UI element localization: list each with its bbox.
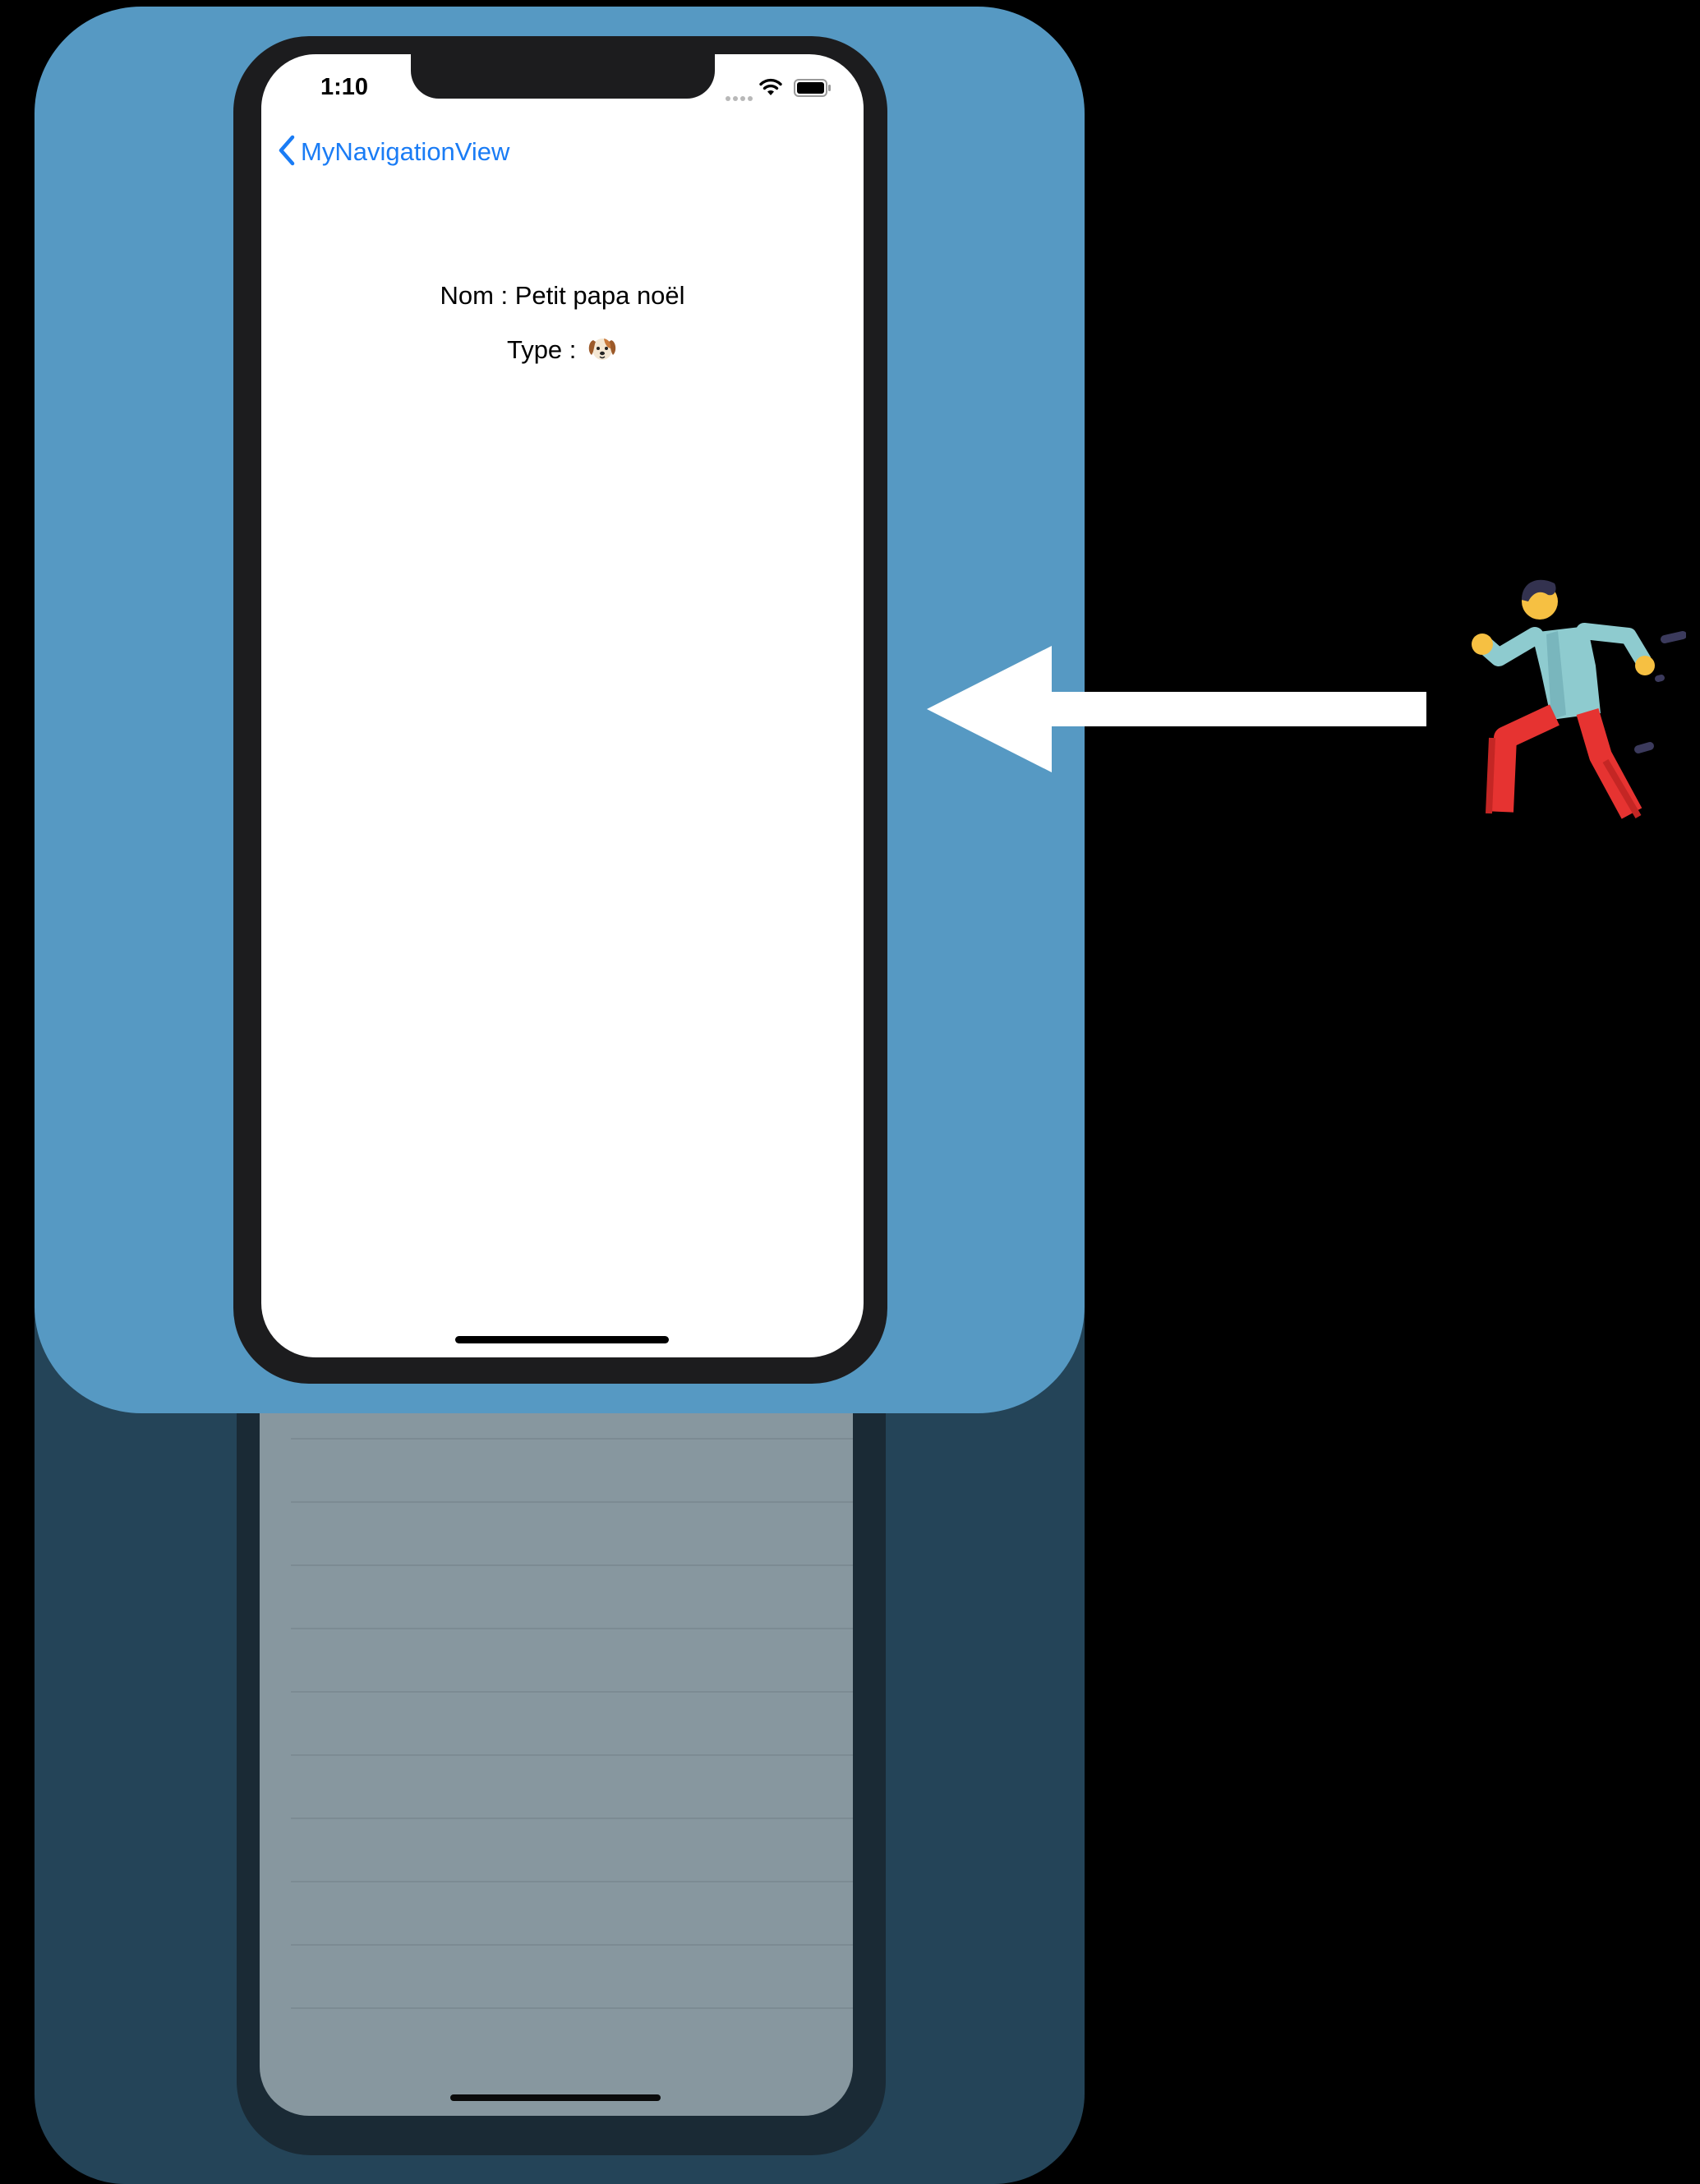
- type-row: Type :: [261, 334, 864, 370]
- phone-screen: 1:10 MyNavigationView Nom : Petit papa n…: [261, 54, 864, 1357]
- chevron-left-icon: [278, 135, 296, 170]
- previous-home-indicator: [450, 2094, 661, 2101]
- arrow-left-icon: [927, 646, 1428, 776]
- dog-face-icon: [587, 334, 618, 370]
- cellular-signal-icon: [726, 90, 755, 105]
- battery-icon: [794, 79, 832, 101]
- status-time: 1:10: [320, 74, 369, 100]
- wifi-icon: [758, 77, 784, 101]
- home-indicator: [455, 1336, 669, 1343]
- back-button[interactable]: MyNavigationView: [278, 131, 509, 173]
- running-person-icon: [1456, 567, 1687, 834]
- notch: [411, 54, 715, 99]
- back-button-label: MyNavigationView: [301, 137, 510, 166]
- name-label: Nom : Petit papa noël: [440, 281, 685, 310]
- type-label: Type :: [506, 335, 584, 365]
